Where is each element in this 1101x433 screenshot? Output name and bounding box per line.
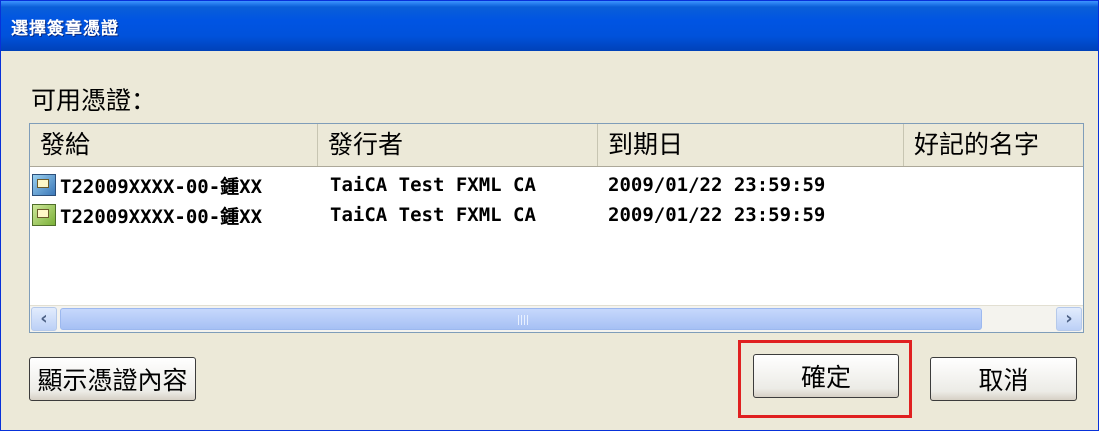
column-header-expiration[interactable]: 到期日 [598, 124, 904, 166]
cell-expiration: 2009/01/22 23:59:59 [608, 174, 826, 196]
certificate-icon [32, 204, 56, 226]
cancel-button[interactable]: 取消 [930, 357, 1077, 401]
horizontal-scrollbar[interactable]: ‹ › [30, 305, 1083, 332]
column-header-issuer[interactable]: 發行者 [318, 124, 598, 166]
cell-issued-to: T22009XXXX-00-鍾XX [30, 202, 318, 229]
ok-button[interactable]: 確定 [753, 354, 899, 398]
cell-issued-to: T22009XXXX-00-鍾XX [30, 172, 318, 199]
cell-expiration: 2009/01/22 23:59:59 [608, 204, 826, 226]
column-header-friendly-name[interactable]: 好記的名字 [904, 124, 1083, 166]
list-rows: T22009XXXX-00-鍾XX TaiCA Test FXML CA 200… [30, 170, 1083, 230]
scroll-right-icon[interactable]: › [1056, 307, 1082, 331]
show-certificate-button[interactable]: 顯示憑證內容 [29, 357, 196, 401]
scroll-left-icon[interactable]: ‹ [31, 307, 57, 331]
issued-to-text: T22009XXXX-00-鍾XX [60, 175, 263, 198]
available-certificates-label: 可用憑證： [31, 86, 157, 115]
issued-to-text: T22009XXXX-00-鍾XX [60, 205, 263, 228]
dialog-window: 選擇簽章憑證 可用憑證： 發給 發行者 到期日 好記的名字 T22009XXXX… [0, 0, 1099, 431]
list-item[interactable]: T22009XXXX-00-鍾XX TaiCA Test FXML CA 200… [30, 170, 1083, 200]
cell-issuer: TaiCA Test FXML CA [330, 174, 536, 196]
scrollbar-grip-icon [518, 315, 528, 325]
certificate-list[interactable]: 發給 發行者 到期日 好記的名字 T22009XXXX-00-鍾XX TaiCA… [29, 123, 1084, 333]
scrollbar-thumb[interactable] [60, 308, 982, 330]
window-title: 選擇簽章憑證 [11, 18, 119, 39]
title-bar[interactable]: 選擇簽章憑證 [1, 1, 1098, 51]
certificate-icon [32, 174, 56, 196]
list-header: 發給 發行者 到期日 好記的名字 [30, 124, 1083, 167]
cell-issuer: TaiCA Test FXML CA [330, 204, 536, 226]
list-item[interactable]: T22009XXXX-00-鍾XX TaiCA Test FXML CA 200… [30, 200, 1083, 230]
column-header-issued-to[interactable]: 發給 [30, 124, 318, 166]
